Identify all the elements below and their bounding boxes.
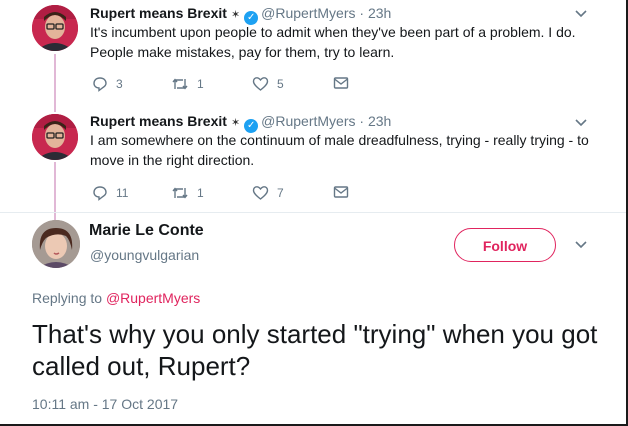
chevron-down-icon[interactable]	[574, 116, 588, 130]
replying-to: Replying to @RupertMyers	[32, 290, 200, 306]
reply-button[interactable]: 3	[92, 76, 123, 92]
like-count: 5	[277, 77, 284, 91]
thread-line	[54, 54, 56, 112]
display-name[interactable]: Marie Le Conte	[89, 222, 204, 240]
handle[interactable]: @RupertMyers	[261, 5, 355, 21]
message-icon	[333, 186, 349, 198]
reply-button[interactable]: 11	[92, 185, 128, 201]
replying-prefix: Replying to	[32, 290, 103, 306]
retweet-count: 1	[197, 77, 204, 91]
handle[interactable]: @youngvulgarian	[90, 247, 199, 263]
retweet-button[interactable]: 1	[171, 185, 204, 201]
retweet-button[interactable]: 1	[171, 76, 204, 92]
display-name[interactable]: Rupert means Brexit	[90, 5, 227, 21]
display-name[interactable]: Rupert means Brexit	[90, 113, 227, 129]
chevron-down-icon[interactable]	[574, 238, 588, 252]
message-button[interactable]	[333, 76, 357, 90]
avatar[interactable]	[32, 220, 80, 268]
like-icon	[252, 77, 269, 91]
like-button[interactable]: 7	[252, 185, 284, 201]
retweet-icon	[172, 78, 188, 90]
tweet-text: I am somewhere on the continuum of male …	[90, 132, 589, 168]
tweet-text: That's why you only started "trying" whe…	[32, 319, 598, 381]
follow-button[interactable]: Follow	[454, 228, 556, 262]
reply-icon	[93, 186, 107, 201]
timestamp[interactable]: 10:11 am - 17 Oct 2017	[32, 396, 178, 412]
divider	[0, 212, 626, 213]
like-button[interactable]: 5	[252, 76, 284, 92]
replying-to-link[interactable]: @RupertMyers	[106, 290, 200, 306]
retweet-icon	[172, 187, 188, 199]
timestamp[interactable]: 23h	[368, 5, 391, 21]
reply-icon	[93, 77, 107, 92]
avatar[interactable]	[32, 5, 78, 51]
tweet-text: It's incumbent upon people to admit when…	[90, 24, 576, 60]
tweet-page: Rupert means Brexit ✶ ✓ @RupertMyers · 23h …	[0, 0, 628, 426]
reply-count: 11	[116, 186, 129, 200]
message-icon	[333, 77, 349, 89]
retweet-count: 1	[197, 186, 204, 200]
timestamp[interactable]: 23h	[368, 113, 391, 129]
handle[interactable]: @RupertMyers	[261, 113, 355, 129]
reply-count: 3	[116, 77, 123, 91]
avatar[interactable]	[32, 114, 78, 160]
like-count: 7	[277, 186, 284, 200]
chevron-down-icon[interactable]	[574, 7, 588, 21]
like-icon	[252, 186, 269, 200]
message-button[interactable]	[333, 185, 357, 199]
